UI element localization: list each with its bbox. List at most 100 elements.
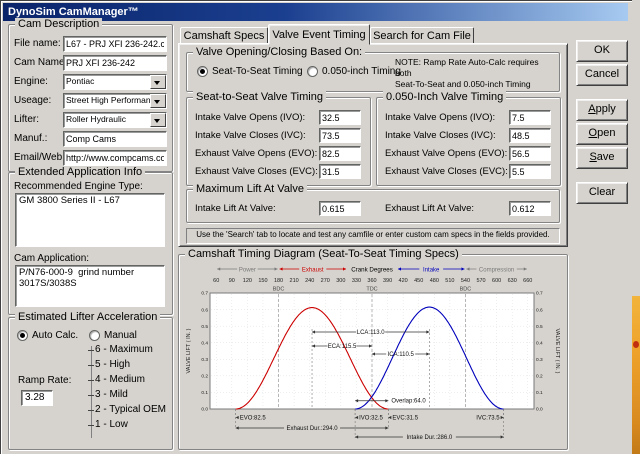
svg-text:0.0: 0.0 (536, 407, 543, 413)
seat-evo-label: Exhaust Valve Opens (EVO): (195, 148, 318, 159)
lifter-acceleration-group: Estimated Lifter Acceleration Auto Calc.… (8, 311, 173, 450)
seat-evo-input[interactable] (319, 146, 361, 161)
svg-text:0.2: 0.2 (536, 374, 543, 380)
svg-text:VALVE LIFT ( IN. ): VALVE LIFT ( IN. ) (554, 329, 560, 374)
svg-text:Intake: Intake (423, 268, 440, 274)
svg-text:210: 210 (290, 278, 299, 284)
seat-timing-group: Seat-to-Seat Valve Timing Intake Valve O… (186, 91, 371, 186)
svg-text:300: 300 (336, 278, 345, 284)
svg-text:0.3: 0.3 (201, 357, 208, 363)
svg-text:330: 330 (352, 278, 361, 284)
intake-lift-input[interactable] (319, 201, 361, 216)
ramp-rate-value: 3.28 (21, 390, 53, 406)
svg-text:420: 420 (399, 278, 408, 284)
extended-info-title: Extended Application Info (15, 166, 146, 178)
tab-camshaft-specs[interactable]: Camshaft Specs (180, 27, 268, 44)
tab-valve-event-timing[interactable]: Valve Event Timing (268, 24, 370, 45)
cam-application-textarea[interactable]: P/N76-000-9 grind number 3017S/3038S (15, 265, 165, 307)
seat-to-seat-radio[interactable] (197, 66, 208, 77)
lifter-select[interactable]: Roller Hydraulic (63, 112, 167, 128)
svg-text:Exhaust: Exhaust (302, 268, 324, 274)
chevron-down-icon[interactable] (150, 75, 166, 89)
usage-select[interactable]: Street High Performance (63, 93, 167, 109)
svg-text:Intake Dur.:286.0: Intake Dur.:286.0 (407, 435, 453, 441)
svg-text:0.3: 0.3 (536, 357, 543, 363)
accel-scale-item-1: 1 - Low (88, 419, 128, 430)
svg-text:Power: Power (239, 268, 256, 274)
cam-description-group: Cam Description File name: Cam Name: Eng… (8, 18, 173, 172)
auto-calc-radio[interactable] (17, 330, 28, 341)
svg-text:0.1: 0.1 (536, 390, 543, 396)
window-title: DynoSim CamManager™ (8, 6, 139, 18)
engine-type-textarea[interactable]: GM 3800 Series II - L67 (15, 193, 165, 247)
background-window-orange (632, 296, 640, 454)
cam-description-title: Cam Description (15, 18, 103, 30)
engine-select-value: Pontiac (66, 76, 95, 86)
svg-text:Exhaust Dur.:294.0: Exhaust Dur.:294.0 (287, 426, 339, 432)
max-lift-title: Maximum Lift At Valve (193, 183, 307, 195)
svg-text:120: 120 (243, 278, 252, 284)
svg-text:60: 60 (213, 278, 219, 284)
inch-timing-radio[interactable] (307, 66, 318, 77)
engine-select[interactable]: Pontiac (63, 74, 167, 90)
svg-text:0.5: 0.5 (201, 324, 208, 330)
ramp-rate-label: Ramp Rate: (18, 375, 72, 386)
ok-button[interactable]: OK (576, 40, 628, 62)
based-on-group: Valve Opening/Closing Based On: Seat-To-… (186, 46, 560, 100)
apply-button[interactable]: Apply (576, 99, 628, 121)
clear-button[interactable]: Clear (576, 182, 628, 204)
lifter-acceleration-title: Estimated Lifter Acceleration (15, 311, 161, 323)
background-window-dot (633, 341, 639, 348)
svg-text:0.7: 0.7 (536, 291, 543, 297)
svg-text:EVO:82.5: EVO:82.5 (240, 416, 267, 422)
cam-application-label: Cam Application: (14, 253, 90, 264)
manual-radio[interactable] (89, 330, 100, 341)
svg-text:540: 540 (461, 278, 470, 284)
svg-text:Overlap:64.0: Overlap:64.0 (391, 399, 426, 405)
svg-text:150: 150 (258, 278, 267, 284)
svg-text:Crank Degrees: Crank Degrees (351, 267, 393, 274)
svg-text:IVO:32.5: IVO:32.5 (359, 416, 383, 422)
svg-text:0.6: 0.6 (536, 307, 543, 313)
svg-text:240: 240 (305, 278, 314, 284)
seat-ivc-input[interactable] (319, 128, 361, 143)
exhaust-lift-label: Exhaust Lift At Valve: (385, 203, 475, 214)
cam-name-input[interactable] (63, 55, 167, 71)
inch-evo-label: Exhaust Valve Opens (EVO): (385, 148, 508, 159)
engine-type-label: Recommended Engine Type: (14, 181, 143, 192)
app-screen: DynoSim CamManager™ Cam Description File… (0, 0, 640, 454)
extended-info-group: Extended Application Info Recommended En… (8, 166, 173, 315)
intake-lift-label: Intake Lift At Valve: (195, 203, 276, 214)
inch-ivo-input[interactable] (509, 110, 551, 125)
save-button[interactable]: Save (576, 147, 628, 169)
auto-calc-radio-label: Auto Calc. (32, 330, 79, 341)
svg-text:630: 630 (508, 278, 517, 284)
open-button[interactable]: Open (576, 123, 628, 145)
exhaust-lift-input[interactable] (509, 201, 551, 216)
chevron-down-icon[interactable] (150, 94, 166, 108)
engine-label: Engine: (14, 76, 48, 87)
inch-ivc-input[interactable] (509, 128, 551, 143)
svg-text:0.6: 0.6 (201, 307, 208, 313)
inch-evo-input[interactable] (509, 146, 551, 161)
seat-evc-input[interactable] (319, 164, 361, 179)
inch-evc-label: Exhaust Valve Closes (EVC): (385, 166, 508, 177)
tab-search-for-cam-file[interactable]: Search for Cam File (370, 27, 474, 44)
cancel-button[interactable]: Cancel (576, 64, 628, 86)
accel-scale-item-2: 2 - Typical OEM (88, 404, 166, 415)
svg-text:IVC:73.5: IVC:73.5 (476, 416, 500, 422)
svg-text:270: 270 (321, 278, 330, 284)
seat-timing-title: Seat-to-Seat Valve Timing (193, 91, 326, 103)
max-lift-group: Maximum Lift At Valve Intake Lift At Val… (186, 183, 560, 223)
manufacturer-input[interactable] (63, 131, 167, 147)
svg-text:360: 360 (367, 278, 376, 284)
chevron-down-icon[interactable] (150, 113, 166, 127)
email-web-input[interactable] (63, 150, 167, 166)
svg-text:Compression: Compression (479, 268, 514, 274)
file-name-input[interactable] (63, 36, 167, 52)
seat-ivo-input[interactable] (319, 110, 361, 125)
svg-text:BDC: BDC (273, 287, 285, 293)
seat-ivo-label: Intake Valve Opens (IVO): (195, 112, 306, 123)
inch-evc-input[interactable] (509, 164, 551, 179)
accel-scale-item-6: 6 - Maximum (88, 344, 153, 355)
